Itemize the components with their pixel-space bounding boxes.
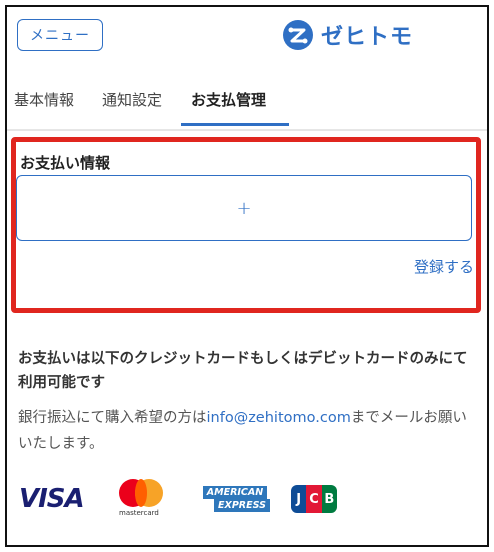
tab-basic-info[interactable]: 基本情報 (14, 89, 74, 110)
amex-line2: EXPRESS (214, 499, 270, 512)
app-frame: メニュー ゼヒトモ 基本情報 通知設定 お支払管理 お支払い情報 + 登録する … (5, 5, 489, 547)
menu-button[interactable]: メニュー (17, 19, 103, 51)
jcb-c: C (306, 485, 322, 513)
jcb-b: B (321, 485, 337, 513)
jcb-logo: J C B (291, 485, 337, 513)
register-link[interactable]: 登録する (414, 256, 474, 277)
tab-payment-management[interactable]: お支払管理 (191, 89, 266, 110)
payment-info-section: お支払い情報 + 登録する (11, 137, 481, 313)
mastercard-logo: mastercard (115, 479, 175, 519)
plus-icon: + (236, 197, 252, 219)
add-card-button[interactable]: + (16, 175, 472, 241)
active-tab-indicator (181, 123, 289, 126)
bank-transfer-notice: 銀行振込にて購入希望の方はinfo@zehitomo.comまでメールお願いいた… (18, 405, 478, 457)
payment-methods-notice: お支払いは以下のクレジットカードもしくはデビットカードのみにて利用可能です (18, 351, 468, 391)
amex-line1: AMERICAN (202, 486, 268, 499)
payment-info-title: お支払い情報 (20, 154, 111, 172)
zehitomo-logo-icon (283, 20, 313, 50)
visa-logo: VISA (19, 484, 85, 514)
card-brands: VISA mastercard AMERICAN EXPRESS J C B (19, 479, 337, 519)
logo[interactable]: ゼヒトモ (283, 20, 413, 50)
tab-bar: 基本情報 通知設定 お支払管理 (7, 71, 487, 131)
bank-transfer-text: 銀行振込にて購入希望の方は (18, 410, 207, 426)
mastercard-label: mastercard (119, 509, 159, 517)
tab-notification-settings[interactable]: 通知設定 (102, 89, 162, 110)
logo-text: ゼヒトモ (321, 25, 414, 50)
support-email-link[interactable]: info@zehitomo.com (207, 410, 351, 426)
amex-logo: AMERICAN EXPRESS (199, 484, 271, 514)
jcb-j: J (291, 485, 307, 513)
